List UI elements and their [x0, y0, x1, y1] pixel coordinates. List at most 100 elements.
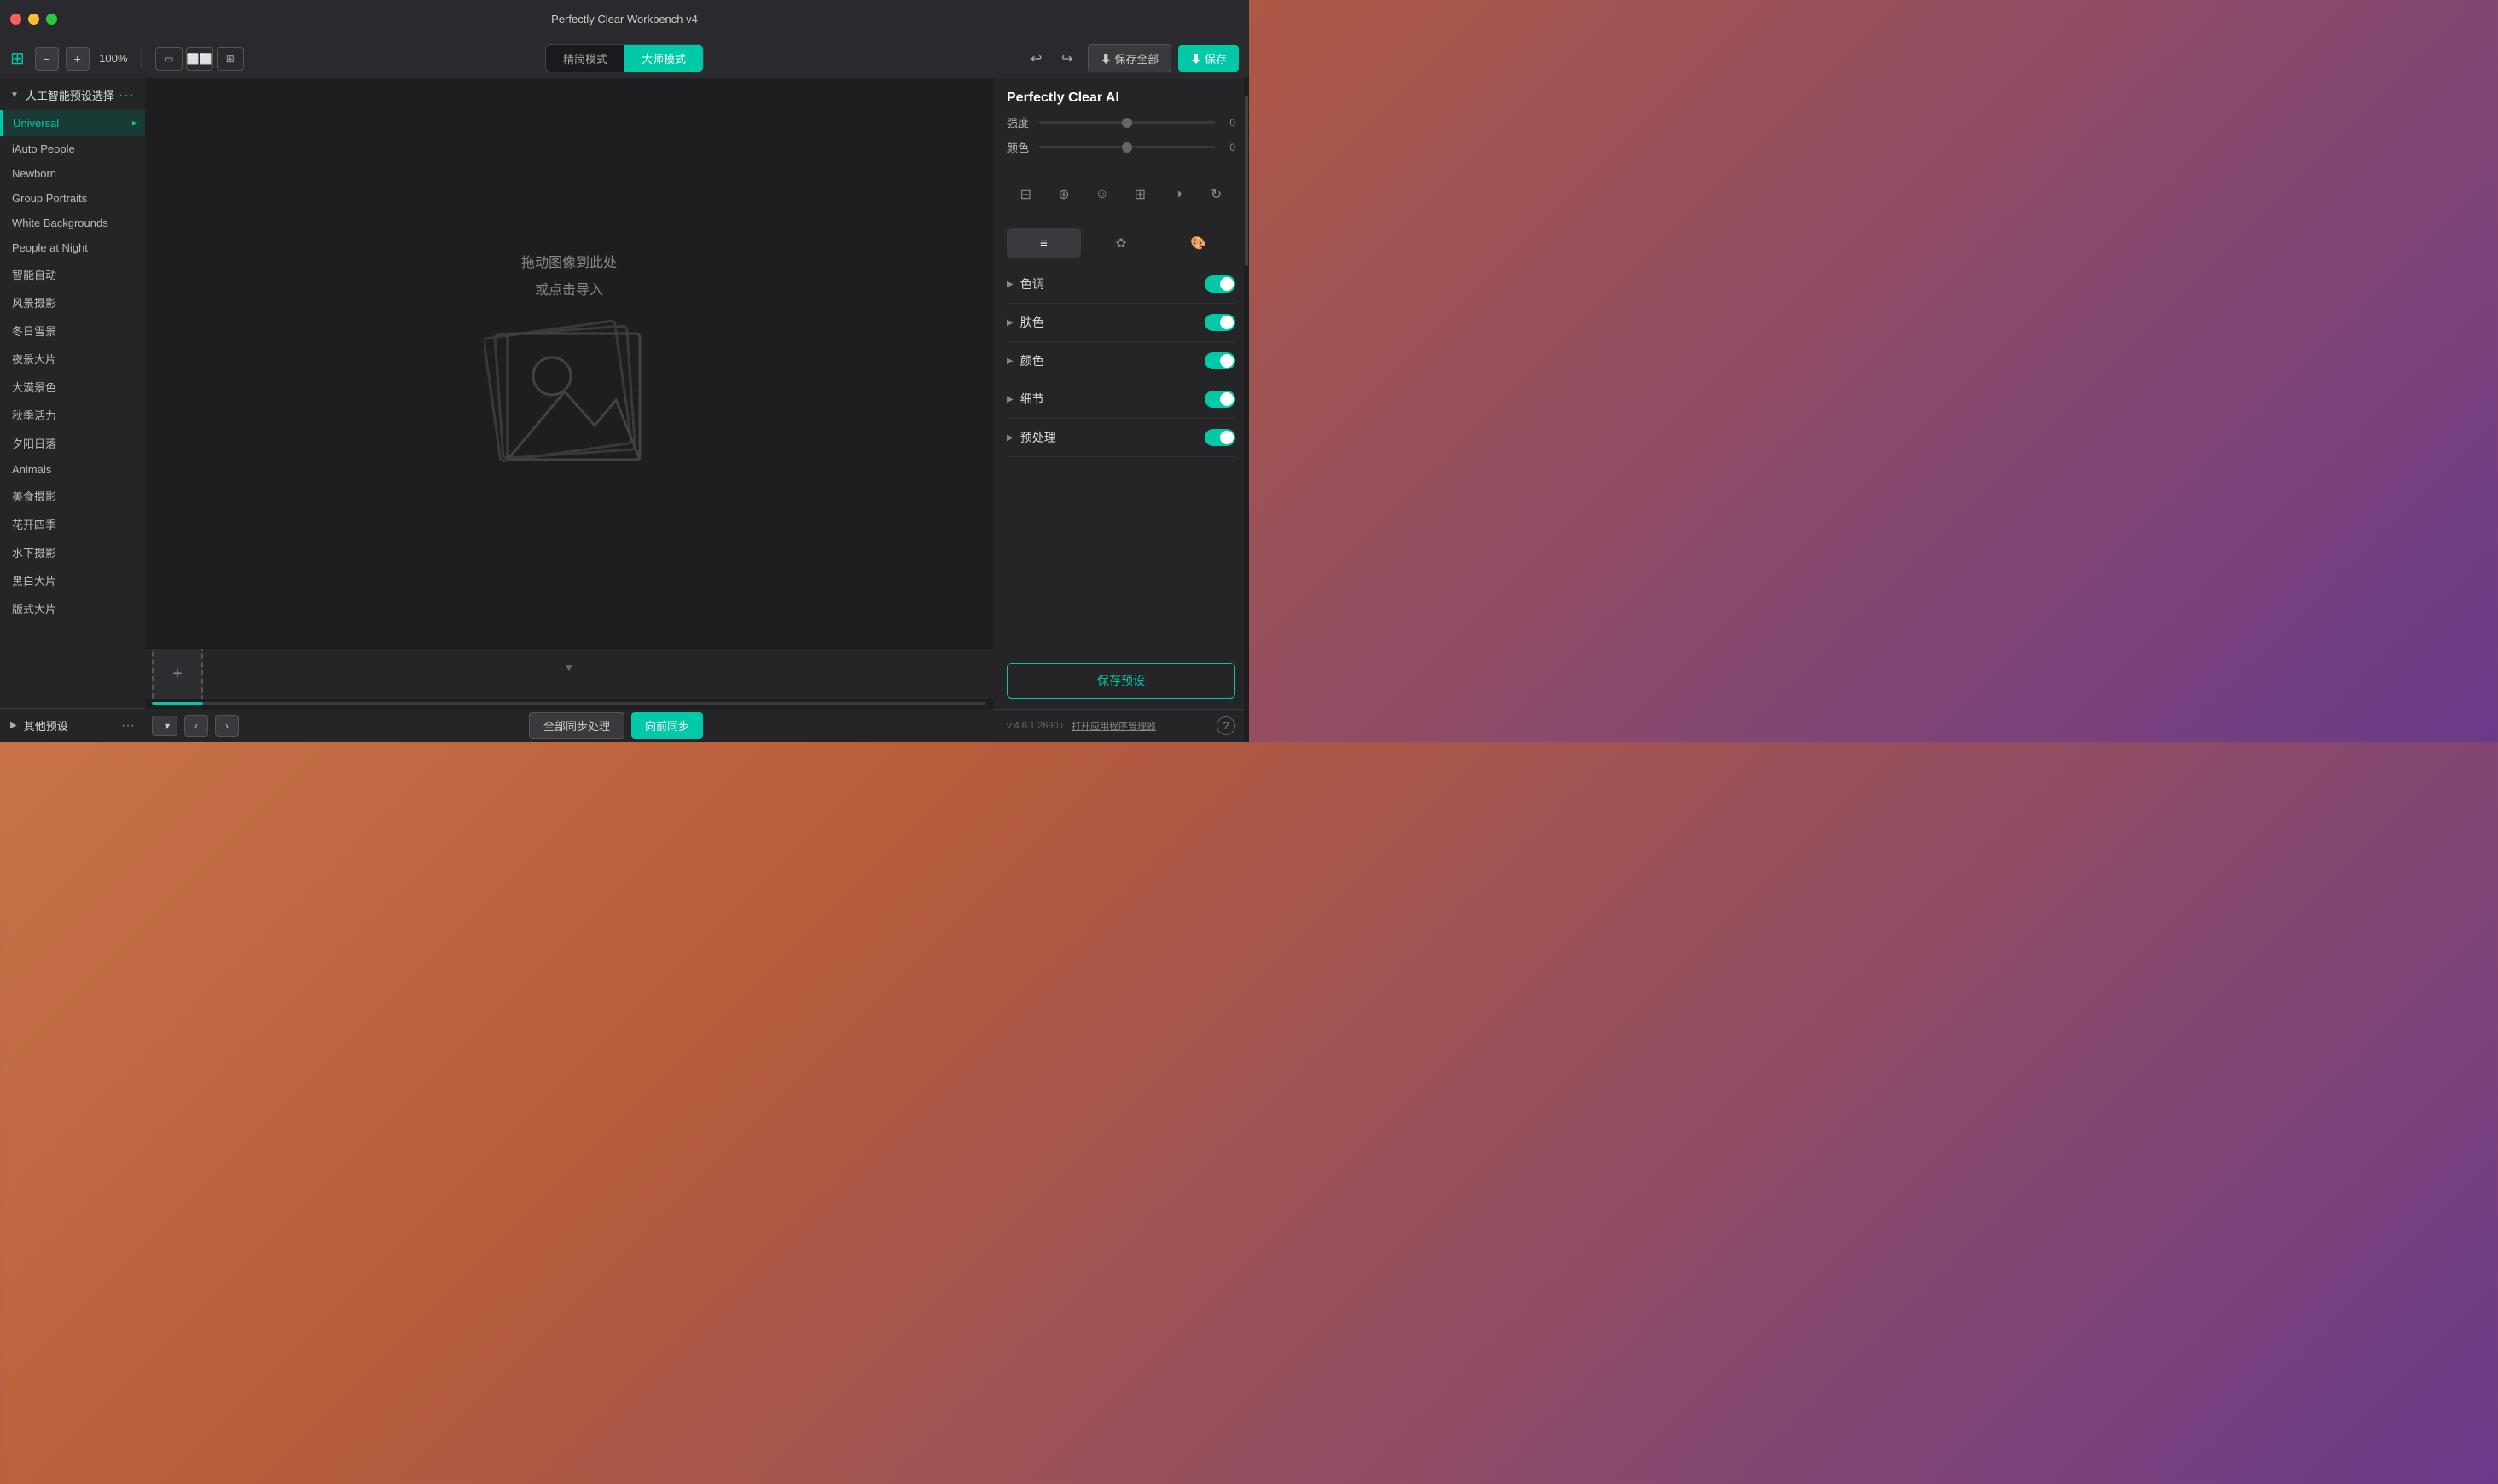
sidebar-item-people-at-night[interactable]: People at Night [0, 235, 145, 260]
intensity-label: 强度 [1007, 114, 1032, 130]
adj-skin-expand-icon[interactable]: ▶ [1007, 318, 1014, 328]
intensity-slider-thumb[interactable] [1122, 118, 1132, 128]
main-layout: ▼ 人工智能预设选择 ··· Universal ▸ iAuto People … [0, 78, 1249, 742]
color-tab-button[interactable]: 🎨 [1161, 228, 1235, 258]
dual-view-button[interactable]: ⬜⬜ [186, 47, 213, 71]
simple-mode-button[interactable]: 精简模式 [546, 45, 624, 72]
adj-detail-expand-icon[interactable]: ▶ [1007, 395, 1014, 404]
quad-view-button[interactable]: ⊞ [217, 47, 244, 71]
sidebar-item-xiyang-riluo[interactable]: 夕阳日落 [0, 429, 145, 457]
sidebar-other-presets-label: 其他预设 [24, 717, 68, 733]
crop-icon-button[interactable]: ⊕ [1049, 179, 1079, 210]
canvas-drop-zone[interactable]: 拖动图像到此处 或点击导入 [145, 78, 993, 648]
color-ai-slider[interactable] [1039, 146, 1215, 148]
adj-detail-label: 细节 [1020, 391, 1205, 408]
canvas-placeholder-image [484, 315, 654, 477]
adj-preprocess-toggle[interactable] [1205, 429, 1235, 446]
sidebar-item-animals[interactable]: Animals [0, 457, 145, 482]
adj-skin-label: 肤色 [1020, 314, 1205, 331]
layout-icon-button[interactable]: ⊟ [1010, 179, 1041, 210]
app-manager-link[interactable]: 打开应用程序管理器 [1072, 719, 1156, 733]
filmstrip-prev-button[interactable]: ‹ [184, 715, 208, 737]
save-all-button[interactable]: ⬇ 保存全部 [1088, 44, 1172, 72]
sidebar-item-shuixia-sheying[interactable]: 水下摄影 [0, 538, 145, 566]
face-icon-button[interactable]: ☺ [1087, 179, 1118, 210]
filmstrip-scrollbar[interactable] [145, 699, 993, 709]
sidebar-item-dongri-xuejing[interactable]: 冬日雪景 [0, 316, 145, 345]
sidebar-bottom-more-button[interactable]: ··· [121, 718, 135, 733]
fullscreen-button[interactable] [46, 14, 57, 25]
adj-color-toggle[interactable] [1205, 352, 1235, 369]
sidebar-bottom-chevron-icon: ▶ [10, 721, 17, 730]
contrast-icon-button[interactable]: ◑ [1163, 179, 1194, 210]
sidebar-item-zhineng-zidong[interactable]: 智能自动 [0, 260, 145, 288]
adj-tone-expand-icon[interactable]: ▶ [1007, 280, 1014, 289]
view-buttons: ▭ ⬜⬜ ⊞ [155, 47, 244, 71]
sidebar-item-meishi-sheying[interactable]: 美食摄影 [0, 482, 145, 510]
undo-button[interactable]: ↩ [1023, 45, 1050, 72]
sidebar-item-heibai-dapian[interactable]: 黑白大片 [0, 566, 145, 594]
sidebar-item-white-backgrounds[interactable]: White Backgrounds [0, 211, 145, 235]
adj-detail-toggle-knob [1220, 392, 1234, 406]
adj-preprocess-toggle-knob [1220, 431, 1234, 444]
version-number: v:4.6.1.2690.i [1007, 721, 1063, 731]
zoom-value: 100% [96, 52, 131, 65]
sidebar-chevron-icon: ▼ [10, 90, 19, 100]
save-button[interactable]: ⬇ 保存 [1178, 45, 1239, 72]
adj-preprocess-expand-icon[interactable]: ▶ [1007, 433, 1014, 443]
sidebar-item-bianshi-dapian[interactable]: 版式大片 [0, 594, 145, 623]
sync-forward-button[interactable]: 向前同步 [631, 712, 703, 739]
adj-tone-toggle[interactable] [1205, 275, 1235, 293]
color-ai-slider-thumb[interactable] [1122, 142, 1132, 153]
color-ai-label: 颜色 [1007, 139, 1032, 155]
sidebar-item-huakai-siji[interactable]: 花开四季 [0, 510, 145, 538]
filmstrip-filter-dropdown[interactable]: ▾ [152, 716, 177, 736]
color-row: 颜色 0 [1007, 139, 1235, 155]
expand-icon-button[interactable]: ⊞ [1124, 179, 1155, 210]
canvas-area[interactable]: 拖动图像到此处 或点击导入 ▼ [145, 78, 993, 742]
zoom-out-button[interactable]: − [35, 47, 59, 71]
redo-button[interactable]: ↪ [1054, 45, 1081, 72]
batch-process-button[interactable]: 全部同步处理 [529, 712, 624, 739]
separator [141, 49, 142, 69]
adj-detail-toggle[interactable] [1205, 391, 1235, 408]
adj-color-expand-icon[interactable]: ▶ [1007, 357, 1014, 366]
tool-icons-row: ⊟ ⊕ ☺ ⊞ ◑ ↻ [993, 172, 1249, 217]
zoom-in-button[interactable]: + [66, 47, 90, 71]
adj-tone-row: ▶ 色调 [1007, 265, 1235, 304]
sidebar-item-iauto-people[interactable]: iAuto People [0, 136, 145, 161]
sidebar-item-newborn[interactable]: Newborn [0, 161, 145, 186]
adjustments-tab-button[interactable]: ≡ [1007, 228, 1081, 258]
sidebar-item-group-portraits[interactable]: Group Portraits [0, 186, 145, 211]
rotate-icon-button[interactable]: ↻ [1201, 179, 1232, 210]
canvas-drop-text: 拖动图像到此处 或点击导入 [521, 250, 617, 304]
sidebar-item-damo-jinse[interactable]: 大漠景色 [0, 373, 145, 401]
sidebar-item-qiuji-huoli[interactable]: 秋季活力 [0, 401, 145, 429]
right-scrollbar[interactable] [1244, 78, 1249, 742]
filmstrip-dropdown-chevron-icon: ▾ [165, 720, 170, 732]
adj-tone-toggle-knob [1220, 277, 1234, 291]
close-button[interactable] [10, 14, 21, 25]
intensity-value: 0 [1222, 117, 1235, 129]
app-logo-icon: ⊞ [10, 48, 25, 69]
adj-skin-toggle[interactable] [1205, 314, 1235, 331]
add-image-button[interactable]: + [152, 649, 203, 699]
effects-tab-button[interactable]: ✿ [1084, 228, 1159, 258]
help-button[interactable]: ? [1217, 716, 1235, 735]
filmstrip-next-button[interactable]: › [215, 715, 239, 737]
adjustment-sections: ▶ 色调 ▶ 肤色 ▶ 颜色 ▶ [993, 265, 1249, 652]
master-mode-button[interactable]: 大师模式 [624, 45, 703, 72]
sidebar-section-header: ▼ 人工智能预设选择 ··· [0, 78, 145, 110]
titlebar: Perfectly Clear Workbench v4 [0, 0, 1249, 38]
intensity-slider[interactable] [1039, 121, 1215, 124]
single-view-button[interactable]: ▭ [155, 47, 183, 71]
adj-detail-row: ▶ 细节 [1007, 380, 1235, 419]
adj-color-toggle-knob [1220, 354, 1234, 368]
sidebar-more-button[interactable]: ··· [119, 88, 135, 103]
sidebar-item-fengjing-sheying[interactable]: 风景摄影 [0, 288, 145, 316]
save-preset-button[interactable]: 保存预设 [1007, 663, 1235, 699]
minimize-button[interactable] [28, 14, 39, 25]
sidebar-selected-item[interactable]: Universal ▸ [0, 110, 145, 136]
sidebar-item-yejing-dapian[interactable]: 夜景大片 [0, 345, 145, 373]
adj-skin-row: ▶ 肤色 [1007, 304, 1235, 342]
